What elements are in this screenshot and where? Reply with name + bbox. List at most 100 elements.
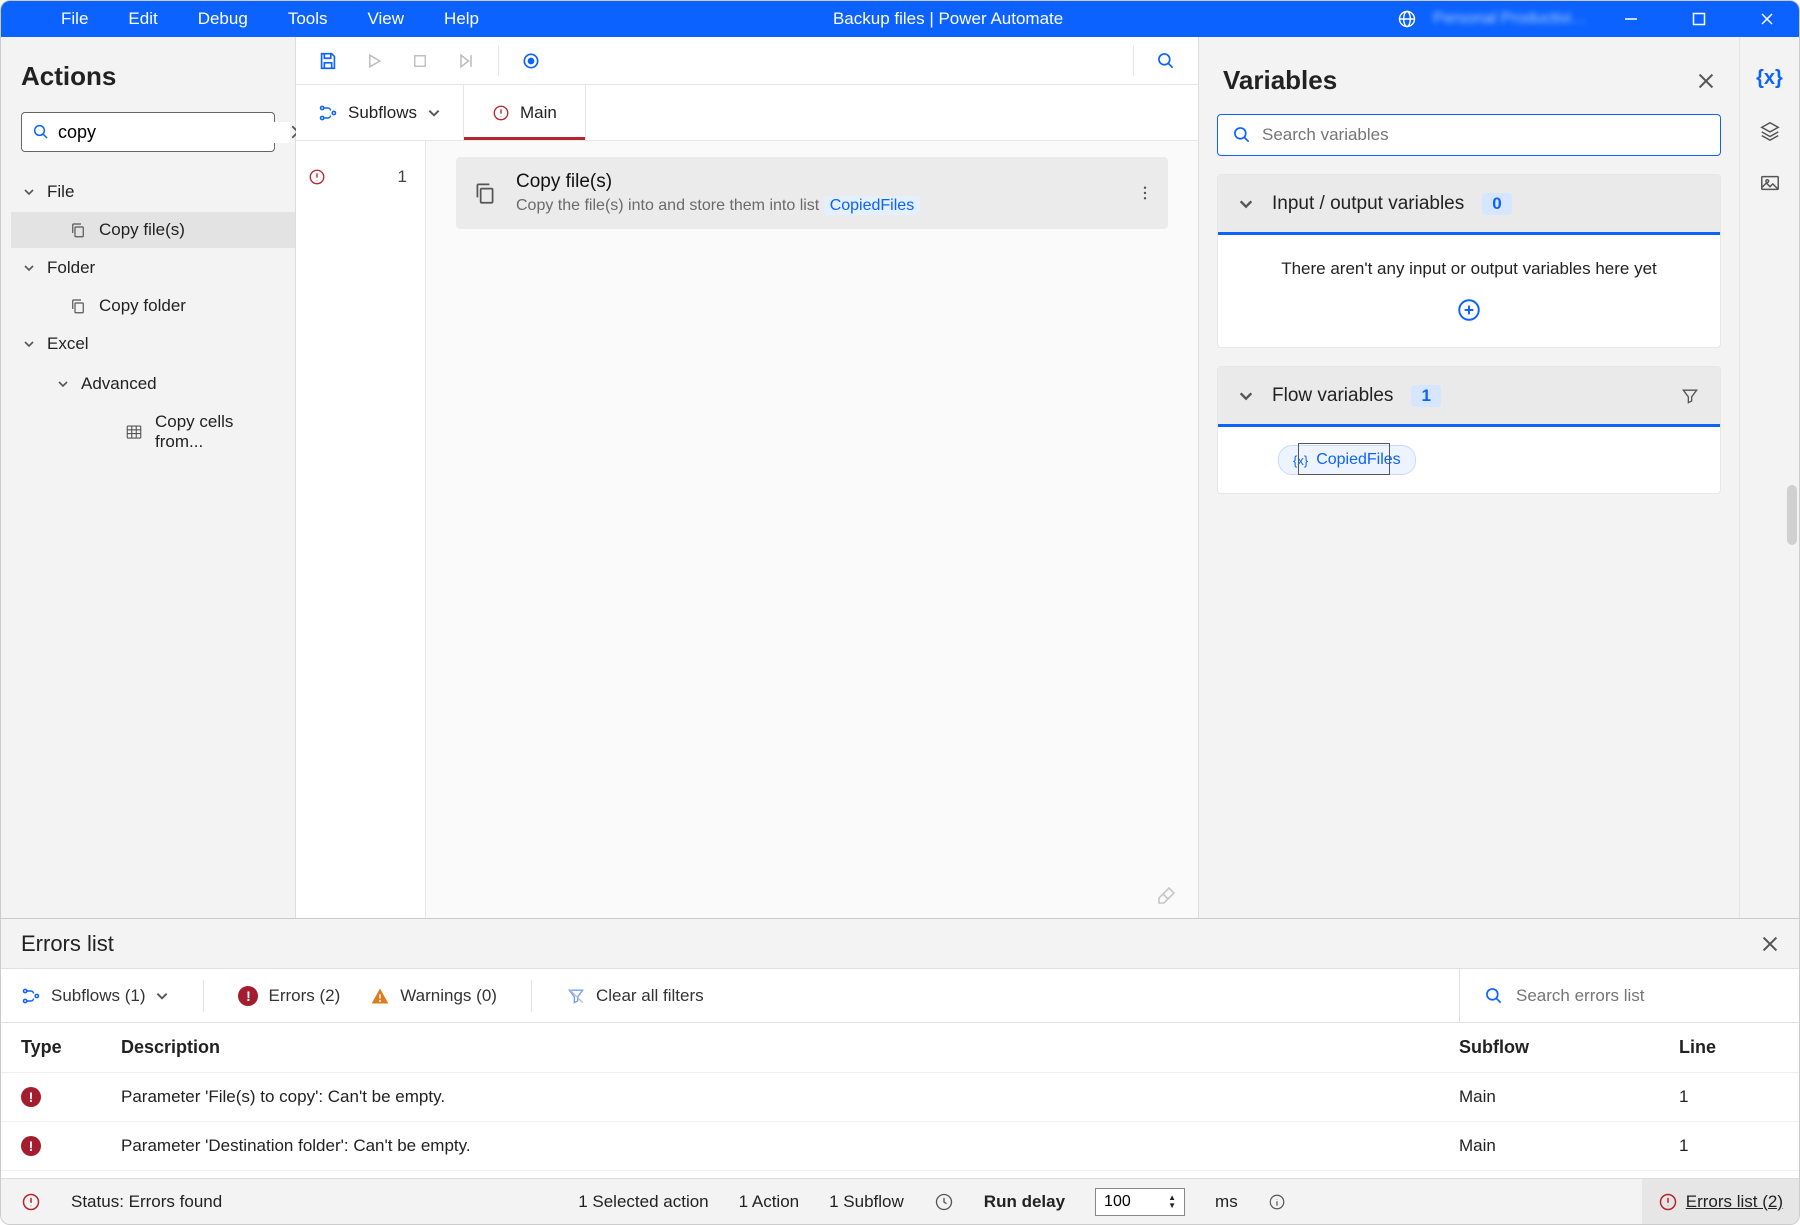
right-rail: {x} [1739, 37, 1799, 918]
errors-panel-header: Errors list [1, 919, 1799, 969]
error-row[interactable]: ! Parameter 'Destination folder': Can't … [1, 1122, 1799, 1171]
clear-filters-label: Clear all filters [596, 986, 704, 1006]
col-type[interactable]: Type [21, 1037, 121, 1058]
errors-filter-warnings[interactable]: Warnings (0) [370, 986, 497, 1006]
tree-group-file[interactable]: File [11, 172, 295, 212]
errors-search-input[interactable] [1516, 986, 1779, 1006]
maximize-button[interactable] [1671, 1, 1727, 37]
flow-variables-header[interactable]: Flow variables 1 [1218, 367, 1720, 427]
variables-search[interactable] [1217, 114, 1721, 156]
errors-panel: Errors list Subflows (1) ! Errors (2) Wa… [1, 918, 1799, 1178]
errors-count-label: Errors (2) [268, 986, 340, 1006]
main-content: Actions File Copy file(s) [1, 37, 1799, 918]
add-variable-button[interactable] [1456, 297, 1482, 323]
error-subflow: Main [1459, 1136, 1679, 1156]
actions-search[interactable] [21, 112, 275, 152]
chevron-down-icon [427, 106, 441, 120]
menu-file[interactable]: File [41, 1, 108, 37]
chevron-down-icon [1238, 196, 1254, 212]
minimize-button[interactable] [1603, 1, 1659, 37]
flow-body: 1 Copy file(s) Copy the file(s) into and… [296, 141, 1198, 918]
filter-icon[interactable] [1680, 386, 1700, 406]
menu-bar: File Edit Debug Tools View Help [1, 1, 499, 37]
scrollbar-thumb[interactable] [1787, 485, 1797, 545]
step-button[interactable] [448, 43, 484, 79]
subflows-icon [21, 986, 41, 1006]
run-delay-input[interactable]: ▲▼ [1095, 1188, 1185, 1216]
action-copy-cells[interactable]: Copy cells from... [39, 404, 295, 460]
status-label: Status: Errors found [71, 1192, 222, 1212]
errors-list-link[interactable]: Errors list (2) [1642, 1179, 1799, 1224]
variables-search-input[interactable] [1262, 125, 1706, 145]
close-icon[interactable] [1697, 72, 1715, 90]
variable-link[interactable]: CopiedFiles [824, 196, 920, 215]
tree-subgroup-advanced[interactable]: Advanced [39, 364, 295, 404]
step-title: Copy file(s) [516, 171, 920, 193]
error-subflow: Main [1459, 1087, 1679, 1107]
step-more-icon[interactable] [1136, 184, 1154, 202]
col-desc[interactable]: Description [121, 1037, 1459, 1058]
tree-group-label: Folder [47, 258, 95, 278]
errors-table: Type Description Subflow Line ! Paramete… [1, 1023, 1799, 1178]
error-description: Parameter 'File(s) to copy': Can't be em… [121, 1087, 1459, 1107]
chevron-down-icon [23, 186, 37, 198]
chevron-down-icon [23, 262, 37, 274]
stop-button[interactable] [402, 43, 438, 79]
canvas-search-button[interactable] [1148, 43, 1184, 79]
environment-icon[interactable] [1397, 9, 1417, 29]
col-line[interactable]: Line [1679, 1037, 1779, 1058]
clock-icon [934, 1192, 954, 1212]
status-bar: Status: Errors found 1 Selected action 1… [1, 1178, 1799, 1224]
errors-subflows-filter[interactable]: Subflows (1) [21, 986, 169, 1006]
io-variables-count: 0 [1482, 193, 1511, 215]
io-variables-title: Input / output variables [1272, 193, 1464, 215]
environment-label[interactable]: Personal Productivi… [1429, 10, 1591, 28]
run-delay-spinner[interactable]: ▲▼ [1168, 1194, 1176, 1210]
step-copy-files[interactable]: Copy file(s) Copy the file(s) into and s… [456, 157, 1168, 229]
flow-variables-count: 1 [1411, 385, 1440, 407]
search-icon [1232, 125, 1252, 145]
actions-search-input[interactable] [50, 122, 290, 143]
error-description: Parameter 'Destination folder': Can't be… [121, 1136, 1459, 1156]
menu-debug[interactable]: Debug [178, 1, 268, 37]
menu-view[interactable]: View [348, 1, 425, 37]
menu-edit[interactable]: Edit [108, 1, 177, 37]
errors-filter-errors[interactable]: ! Errors (2) [238, 986, 340, 1006]
menu-help[interactable]: Help [424, 1, 499, 37]
errors-search[interactable] [1459, 969, 1779, 1022]
tab-label: Main [520, 103, 557, 123]
warning-icon [370, 986, 390, 1006]
col-subflow[interactable]: Subflow [1459, 1037, 1679, 1058]
close-button[interactable] [1739, 1, 1795, 37]
tree-group-excel[interactable]: Excel [11, 324, 295, 364]
variable-edit-box[interactable] [1298, 443, 1390, 475]
io-variables-body: There aren't any input or output variabl… [1218, 235, 1720, 347]
io-variables-header[interactable]: Input / output variables 0 [1218, 175, 1720, 235]
variables-title: Variables [1223, 65, 1337, 96]
io-variables-empty-text: There aren't any input or output variabl… [1281, 259, 1657, 279]
error-icon [1658, 1192, 1678, 1212]
close-icon[interactable] [1761, 935, 1779, 953]
layers-rail-icon[interactable] [1759, 120, 1781, 142]
tree-subgroup-label: Advanced [81, 374, 157, 394]
subflows-dropdown[interactable]: Subflows [296, 85, 464, 140]
action-copy-folder[interactable]: Copy folder [11, 288, 295, 324]
menu-tools[interactable]: Tools [268, 1, 348, 37]
steps-area[interactable]: Copy file(s) Copy the file(s) into and s… [426, 141, 1198, 918]
action-copy-files[interactable]: Copy file(s) [11, 212, 295, 248]
run-button[interactable] [356, 43, 392, 79]
line-number: 1 [398, 167, 407, 187]
clear-filters-button[interactable]: Clear all filters [566, 986, 704, 1006]
error-line: 1 [1679, 1136, 1779, 1156]
error-row[interactable]: ! Parameter 'File(s) to copy': Can't be … [1, 1073, 1799, 1122]
run-delay-field[interactable] [1104, 1193, 1154, 1211]
image-rail-icon[interactable] [1759, 172, 1781, 194]
chevron-down-icon [23, 338, 37, 350]
save-button[interactable] [310, 43, 346, 79]
info-icon[interactable] [1268, 1193, 1286, 1211]
record-button[interactable] [513, 43, 549, 79]
tree-group-folder[interactable]: Folder [11, 248, 295, 288]
eraser-icon[interactable] [1154, 884, 1178, 908]
variables-rail-icon[interactable]: {x} [1756, 67, 1783, 90]
tab-main[interactable]: Main [464, 85, 586, 140]
